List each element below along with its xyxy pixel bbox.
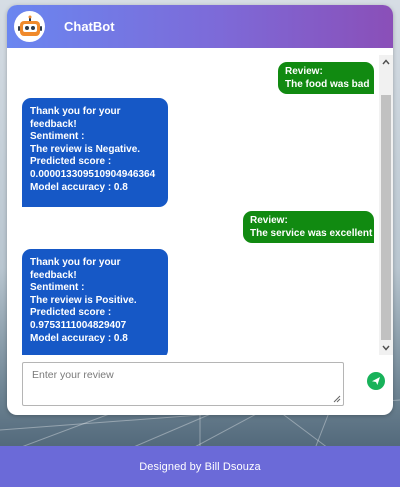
resize-grip-icon[interactable]	[332, 394, 341, 403]
message-line: feedback!	[30, 269, 77, 281]
send-icon	[372, 377, 380, 385]
chat-header: ChatBot	[7, 5, 393, 48]
scroll-up-arrow-icon[interactable]	[379, 56, 393, 68]
message-line: The service was excellent	[250, 227, 373, 239]
scroll-thumb[interactable]	[381, 95, 391, 340]
message-line: Model accuracy : 0.8	[30, 332, 128, 344]
message-line: Thank you for your	[30, 106, 121, 117]
message-line: The review is Negative.	[30, 143, 141, 155]
page-footer: Designed by Bill Dsouza	[0, 446, 400, 487]
footer-credit: Designed by Bill Dsouza	[139, 460, 261, 473]
message-list[interactable]: Review: The food was bad Thank you for y…	[7, 55, 379, 355]
message-line: Predicted score :	[30, 307, 112, 319]
review-input[interactable]	[22, 362, 344, 406]
message-line: Review:	[285, 66, 323, 77]
message-line: feedback!	[30, 118, 77, 130]
message-line: Sentiment :	[30, 282, 85, 294]
message-line: 0.9753111004829407	[30, 319, 127, 331]
user-message: Review: The service was excellent	[243, 211, 374, 244]
bot-message: Thank you for your feedback! Sentiment :…	[22, 98, 168, 207]
message-line: Sentiment :	[30, 131, 85, 143]
message-line: 0.000013309510904946364	[30, 168, 156, 180]
message-line: Predicted score :	[30, 156, 112, 168]
user-message: Review: The food was bad	[278, 62, 374, 95]
robot-icon	[14, 11, 45, 42]
scroll-down-arrow-icon[interactable]	[379, 342, 393, 354]
chat-title: ChatBot	[64, 19, 115, 34]
scrollbar[interactable]	[379, 55, 393, 355]
send-button[interactable]	[367, 372, 385, 390]
message-line: The food was bad	[285, 78, 370, 90]
message-line: Model accuracy : 0.8	[30, 181, 128, 193]
message-line: The review is Positive.	[30, 294, 137, 306]
chat-window: ChatBot Review: The food was bad Thank y…	[7, 5, 393, 415]
message-line: Review:	[250, 215, 288, 226]
message-line: Thank you for your	[30, 257, 121, 268]
bot-message: Thank you for your feedback! Sentiment :…	[22, 249, 168, 355]
